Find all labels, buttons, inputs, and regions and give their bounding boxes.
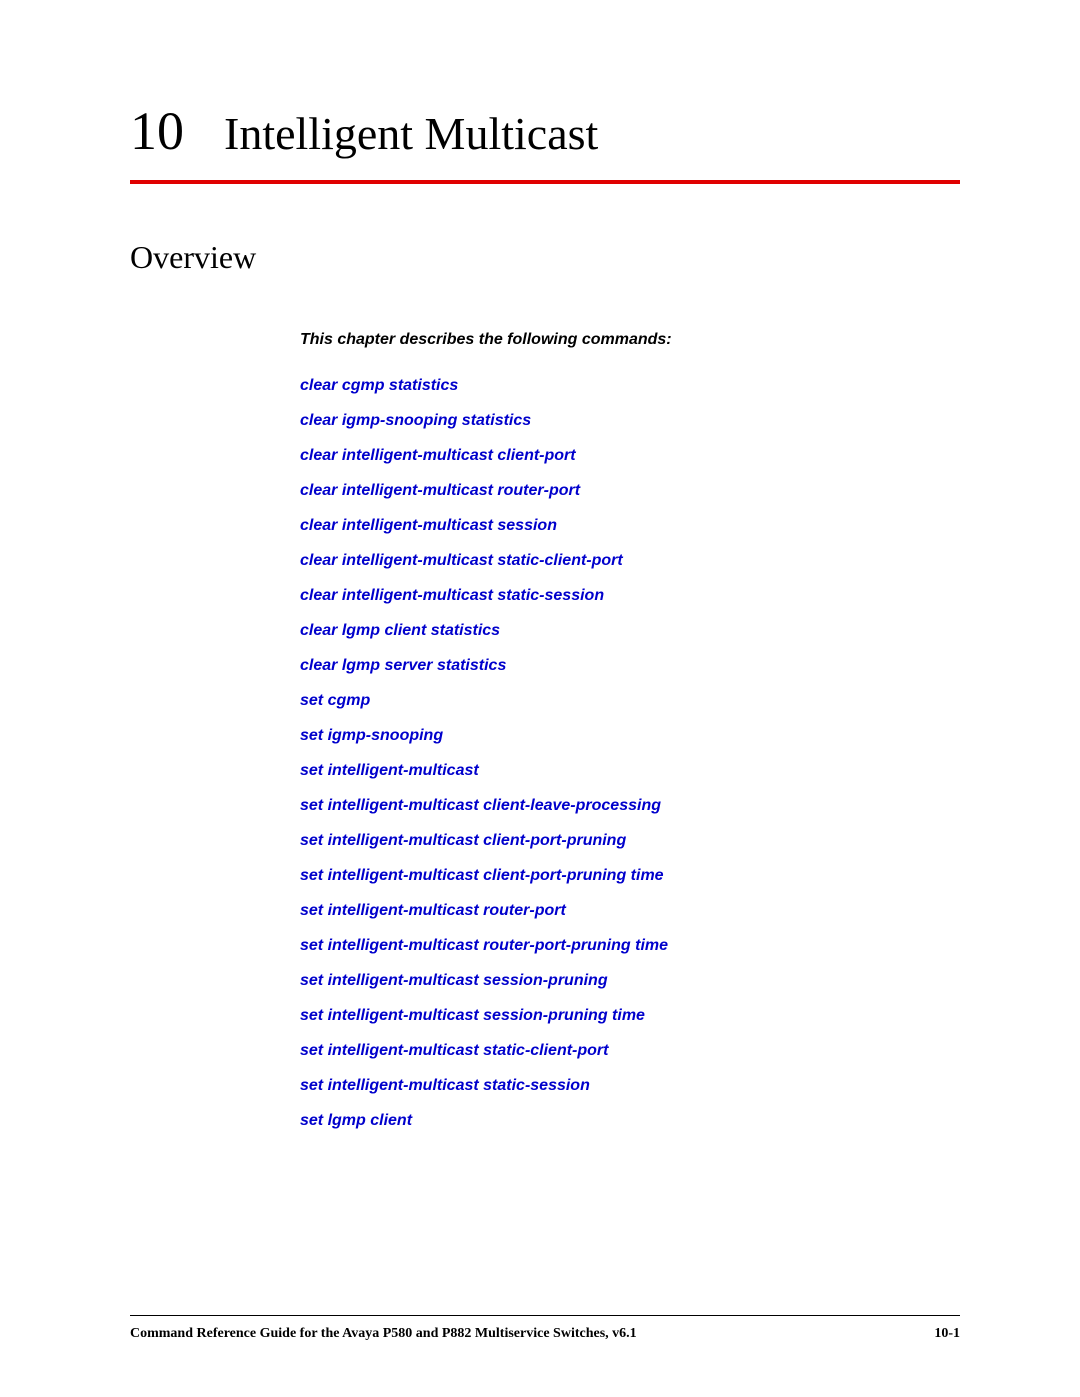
command-link[interactable]: clear intelligent-multicast client-port <box>300 447 576 465</box>
command-link[interactable]: set intelligent-multicast session-prunin… <box>300 1007 645 1025</box>
header-divider <box>130 180 960 184</box>
command-link[interactable]: set igmp-snooping <box>300 727 443 745</box>
command-link[interactable]: set intelligent-multicast client-port-pr… <box>300 867 664 885</box>
command-link[interactable]: set intelligent-multicast client-port-pr… <box>300 832 626 850</box>
command-list: clear cgmp statistics clear igmp-snooping… <box>300 377 960 1130</box>
command-link[interactable]: set intelligent-multicast session-prunin… <box>300 972 608 990</box>
chapter-header: 10 Intelligent Multicast <box>130 100 960 162</box>
command-link[interactable]: clear lgmp client statistics <box>300 622 500 640</box>
footer-text-row: Command Reference Guide for the Avaya P5… <box>130 1326 960 1342</box>
command-link[interactable]: clear intelligent-multicast router-port <box>300 482 580 500</box>
section-title: Overview <box>130 239 960 276</box>
command-link[interactable]: clear lgmp server statistics <box>300 657 506 675</box>
page-container: 10 Intelligent Multicast Overview This c… <box>0 0 1080 1397</box>
command-link[interactable]: set intelligent-multicast router-port-pr… <box>300 937 668 955</box>
command-link[interactable]: set intelligent-multicast static-session <box>300 1077 590 1095</box>
command-link[interactable]: set intelligent-multicast <box>300 762 479 780</box>
footer-left: Command Reference Guide for the Avaya P5… <box>130 1326 637 1342</box>
command-link[interactable]: set intelligent-multicast static-client-… <box>300 1042 608 1060</box>
command-link[interactable]: clear cgmp statistics <box>300 377 458 395</box>
command-link[interactable]: clear igmp-snooping statistics <box>300 412 531 430</box>
page-footer: Command Reference Guide for the Avaya P5… <box>130 1315 960 1342</box>
command-link[interactable]: set intelligent-multicast client-leave-p… <box>300 797 661 815</box>
command-link[interactable]: set lgmp client <box>300 1112 412 1130</box>
command-link[interactable]: clear intelligent-multicast session <box>300 517 557 535</box>
command-link[interactable]: set intelligent-multicast router-port <box>300 902 566 920</box>
chapter-number: 10 <box>130 100 184 162</box>
command-link[interactable]: set cgmp <box>300 692 370 710</box>
footer-divider <box>130 1315 960 1316</box>
footer-right: 10-1 <box>934 1326 960 1342</box>
chapter-title: Intelligent Multicast <box>224 107 598 160</box>
content-body: This chapter describes the following com… <box>300 331 960 1130</box>
command-link[interactable]: clear intelligent-multicast static-clien… <box>300 552 623 570</box>
command-link[interactable]: clear intelligent-multicast static-sessi… <box>300 587 604 605</box>
intro-text: This chapter describes the following com… <box>300 331 960 349</box>
